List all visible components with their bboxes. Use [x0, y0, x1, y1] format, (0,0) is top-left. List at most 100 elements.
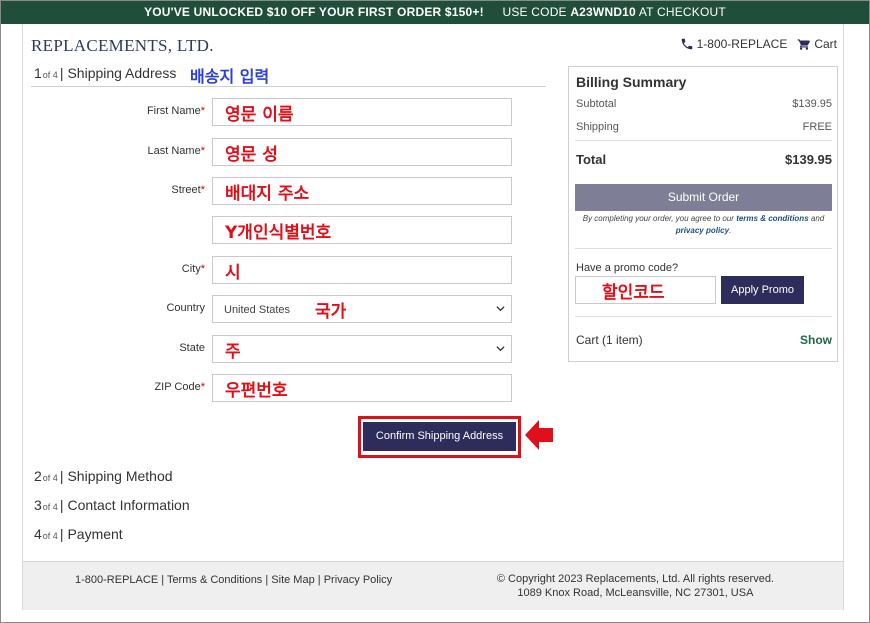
first-name-label: First Name* [146, 105, 205, 117]
annotation-shipping-address: 배송지 입력 [190, 67, 270, 86]
step-shipping-address: 1 of 4 | Shipping Address [34, 65, 176, 81]
step-shipping-method[interactable]: 2 of 4 | Shipping Method [34, 468, 173, 484]
checkout-page: REPLACEMENTS, LTD. 1-800-REPLACE Cart 1 … [22, 24, 844, 610]
annotation-street: 배대지 주소 [225, 184, 310, 204]
step-number: 4 [34, 526, 42, 542]
terms-link[interactable]: terms & conditions [736, 214, 808, 223]
phone-link[interactable]: 1-800-REPLACE [680, 37, 787, 51]
step-underline [31, 86, 546, 87]
footer-links: 1-800-REPLACE | Terms & Conditions | Sit… [75, 574, 392, 586]
phone-icon [681, 38, 692, 50]
step-contact-information[interactable]: 3 of 4 | Contact Information [34, 497, 190, 513]
country-value: United States [224, 304, 291, 316]
cart-link[interactable]: Cart [797, 37, 837, 51]
row-state: State 주 [23, 335, 543, 363]
submit-order-button[interactable]: Submit Order [575, 184, 832, 211]
show-cart-link[interactable]: Show [800, 333, 832, 347]
row-street-2: Y개인식별번호 [23, 216, 543, 244]
promo-use-code-suffix: AT CHECKOUT [638, 5, 726, 19]
promo-code-input[interactable]: 할인코드 [575, 276, 716, 304]
step-number: 3 [34, 497, 42, 513]
footer-separator: | [265, 574, 269, 586]
annotation-city: 시 [225, 263, 241, 283]
subtotal-row: Subtotal $139.95 [576, 98, 832, 110]
terms-notice: By completing your order, you agree to o… [582, 214, 825, 235]
confirm-shipping-address-button[interactable]: Confirm Shipping Address [363, 422, 516, 451]
annotation-zip: 우편번호 [225, 381, 288, 401]
footer-sitemap-link[interactable]: Site Map [271, 574, 314, 586]
shipping-label: Shipping [576, 121, 619, 133]
pointer-arrow-icon [525, 420, 553, 450]
row-city: City* 시 [23, 256, 543, 284]
street-2-input[interactable]: Y개인식별번호 [212, 216, 512, 244]
step-of: of 4 [42, 502, 58, 512]
step-divider: | [59, 65, 64, 81]
divider [575, 140, 832, 141]
street-input[interactable]: 배대지 주소 [212, 177, 512, 205]
subtotal-label: Subtotal [576, 98, 617, 110]
promo-offer-text: YOU'VE UNLOCKED $10 OFF YOUR FIRST ORDER… [144, 5, 484, 19]
footer-privacy-link[interactable]: Privacy Policy [324, 574, 392, 586]
promo-spacer [491, 5, 495, 19]
annotation-country: 국가 [315, 302, 347, 322]
promo-code: A23WND10 [570, 5, 636, 19]
annotation-promo-code: 할인코드 [602, 283, 665, 303]
row-last-name: Last Name* 영문 성 [23, 138, 543, 166]
footer-copyright: © Copyright 2023 Replacements, Ltd. All … [497, 572, 774, 600]
step-title: Shipping Method [67, 468, 173, 484]
annotation-first-name: 영문 이름 [225, 105, 294, 125]
footer-separator: | [317, 574, 321, 586]
promo-banner: YOU'VE UNLOCKED $10 OFF YOUR FIRST ORDER… [1, 1, 869, 24]
cart-summary-row: Cart (1 item) Show [576, 333, 832, 347]
cart-label: Cart [814, 37, 837, 51]
divider [575, 316, 832, 317]
annotation-personal-id: Y개인식별번호 [225, 223, 332, 243]
step-divider: | [59, 497, 64, 513]
city-label: City* [181, 263, 205, 275]
chevron-down-icon [496, 306, 505, 312]
step-number: 2 [34, 468, 42, 484]
last-name-input[interactable]: 영문 성 [212, 138, 512, 166]
annotation-state: 주 [225, 342, 241, 362]
footer-phone-link[interactable]: 1-800-REPLACE [75, 574, 158, 586]
chevron-down-icon [496, 346, 505, 352]
step-payment[interactable]: 4 of 4 | Payment [34, 526, 123, 542]
step-title: Shipping Address [67, 65, 177, 81]
step-number: 1 [34, 65, 42, 81]
total-value: $139.95 [785, 152, 832, 167]
city-input[interactable]: 시 [212, 256, 512, 284]
state-select[interactable]: 주 [212, 335, 512, 363]
zip-label: ZIP Code* [154, 381, 205, 393]
row-first-name: First Name* 영문 이름 [23, 98, 543, 126]
shipping-value: FREE [802, 121, 832, 133]
promo-code-label: Have a promo code? [576, 262, 679, 274]
shipping-row: Shipping FREE [576, 121, 832, 133]
footer-separator: | [161, 574, 165, 586]
privacy-policy-link[interactable]: privacy policy [676, 226, 729, 235]
country-label: Country [166, 302, 205, 314]
last-name-label: Last Name* [147, 145, 205, 157]
row-zip: ZIP Code* 우편번호 [23, 374, 543, 402]
state-label: State [179, 342, 205, 354]
replacements-logo[interactable]: REPLACEMENTS, LTD. [31, 36, 214, 56]
row-street: Street* 배대지 주소 [23, 177, 543, 205]
apply-promo-button[interactable]: Apply Promo [721, 276, 804, 304]
street-label: Street* [171, 184, 205, 196]
first-name-input[interactable]: 영문 이름 [212, 98, 512, 126]
step-title: Payment [67, 526, 123, 542]
billing-summary-panel: Billing Summary Subtotal $139.95 Shippin… [568, 66, 838, 362]
row-country: Country United States 국가 [23, 295, 543, 323]
step-of: of 4 [42, 473, 58, 483]
step-of: of 4 [42, 531, 58, 541]
subtotal-value: $139.95 [792, 98, 832, 110]
header-utility: 1-800-REPLACE Cart [680, 37, 837, 51]
footer: 1-800-REPLACE | Terms & Conditions | Sit… [23, 561, 843, 610]
annotation-last-name: 영문 성 [225, 145, 278, 165]
cart-count-label: Cart (1 item) [576, 333, 643, 347]
zip-input[interactable]: 우편번호 [212, 374, 512, 402]
country-select[interactable]: United States 국가 [212, 295, 512, 323]
step-title: Contact Information [67, 497, 190, 513]
promo-use-code-prefix: USE CODE [502, 5, 567, 19]
footer-terms-link[interactable]: Terms & Conditions [167, 574, 262, 586]
cart-icon [797, 39, 811, 50]
